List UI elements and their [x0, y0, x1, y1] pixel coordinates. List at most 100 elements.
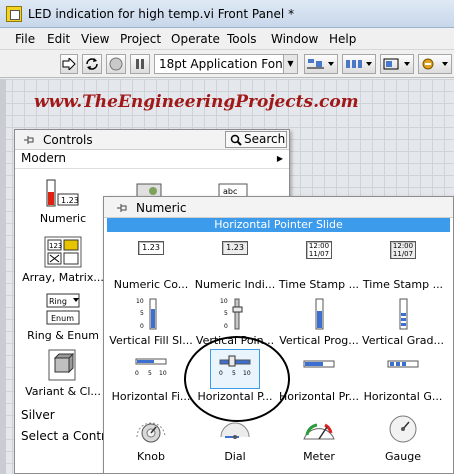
pin-icon[interactable] — [116, 202, 128, 214]
palette-tile-label: Array, Matrix... — [22, 271, 104, 284]
horizontal-graduated-bar-icon — [387, 360, 419, 368]
pause-button[interactable] — [130, 54, 150, 74]
svg-text:Ring: Ring — [49, 297, 67, 306]
numeric-item-label: Time Stamp ... — [362, 278, 444, 291]
numeric-item-horizontal-fill-slide[interactable]: 0 5 10 Horizontal Fi... — [109, 349, 193, 405]
svg-text:1.23: 1.23 — [61, 196, 79, 205]
numeric-category-icon: 1.23 — [46, 179, 79, 207]
numeric-item-label: Vertical Prog... — [279, 334, 359, 347]
scale-tick: 5 — [148, 370, 152, 377]
title-bar: LED indication for high temp.vi Front Pa… — [0, 0, 454, 28]
window-title: LED indication for high temp.vi Front Pa… — [28, 7, 295, 21]
menu-help[interactable]: Help — [329, 32, 356, 46]
pause-icon — [136, 59, 144, 69]
menu-window[interactable]: Window — [271, 32, 318, 46]
search-button[interactable]: Search — [225, 131, 287, 148]
run-continuously-icon — [86, 58, 98, 70]
numeric-item-horizontal-graduated-bar[interactable]: Horizontal G... — [361, 349, 445, 405]
run-continuously-button[interactable] — [82, 54, 102, 74]
horizontal-fill-slide-icon: 0 5 10 — [135, 358, 167, 377]
palette-tile-label: Ring & Enum — [27, 329, 99, 342]
font-select-value: 18pt Application Font — [159, 57, 288, 71]
numeric-item-label: Numeric Indi... — [194, 278, 276, 291]
scale-tick: 0 — [140, 323, 144, 330]
palette-tile-numeric[interactable]: 1.23 Numeric — [27, 178, 99, 234]
menu-operate[interactable]: Operate — [171, 32, 220, 46]
category-silver-label: Silver — [21, 408, 55, 422]
gauge-icon — [389, 415, 417, 443]
time-stamp-control-icon: 12:00 11/07 — [306, 241, 332, 259]
numeric-item-knob[interactable]: Knob — [109, 409, 193, 465]
vertical-fill-slide-icon: 10 5 0 — [136, 298, 157, 330]
category-select-label: Select a Contro — [21, 429, 114, 443]
distribute-objects-button[interactable] — [342, 54, 376, 74]
numeric-item-time-stamp-indicator[interactable]: 12:00 11/07 Time Stamp ... — [361, 237, 445, 293]
distribute-objects-icon — [346, 60, 372, 68]
numeric-item-vertical-fill-slide[interactable]: 10 5 0 Vertical Fill Sl... — [109, 293, 193, 349]
scale-tick: 5 — [224, 310, 228, 317]
menu-edit[interactable]: Edit — [47, 32, 70, 46]
scale-tick: 10 — [220, 298, 228, 305]
vertical-progress-bar-icon — [315, 298, 324, 330]
canvas-left-edge — [0, 79, 6, 474]
numeric-item-vertical-graduated-bar[interactable]: Vertical Grad... — [361, 293, 445, 349]
chevron-right-icon: ▶ — [276, 154, 283, 163]
svg-text:123: 123 — [49, 242, 62, 250]
controls-palette-title: Controls — [43, 133, 93, 147]
reorder-button[interactable] — [418, 54, 452, 74]
ring-enum-icon: Ring Enum — [46, 293, 80, 325]
numeric-control-icon: 1.23 — [138, 241, 164, 255]
numeric-item-numeric-indicator[interactable]: 1.23 Numeric Indi... — [193, 237, 277, 293]
abort-button[interactable] — [106, 54, 126, 74]
numeric-item-gauge[interactable]: Gauge — [361, 409, 445, 465]
menu-view[interactable]: View — [81, 32, 109, 46]
highlight-circle-annotation — [184, 336, 290, 422]
pin-icon[interactable] — [23, 134, 35, 146]
run-arrow-button[interactable] — [60, 54, 78, 74]
scale-tick: 10 — [136, 298, 144, 305]
vertical-pointer-slide-icon: 10 5 0 — [220, 298, 243, 330]
numeric-item-label: Vertical Fill Sl... — [109, 334, 193, 347]
vi-icon — [6, 6, 22, 22]
numeric-palette-header: Numeric — [104, 197, 453, 218]
palette-tile-array[interactable]: 123 Array, Matrix... — [21, 236, 105, 292]
vertical-graduated-bar-icon — [399, 298, 408, 330]
numeric-item-time-stamp-control[interactable]: 12:00 11/07 Time Stamp ... — [277, 237, 361, 293]
scale-tick: 10 — [159, 370, 167, 377]
knob-icon — [136, 422, 166, 443]
menu-file[interactable]: File — [15, 32, 35, 46]
run-arrow-icon — [62, 58, 76, 70]
search-label: Search — [244, 132, 286, 146]
numeric-item-label: Time Stamp ... — [278, 278, 360, 291]
menu-project[interactable]: Project — [120, 32, 161, 46]
numeric-palette-title: Numeric — [136, 201, 187, 215]
time-stamp-indicator-icon: 12:00 11/07 — [390, 241, 416, 259]
scale-tick: 0 — [224, 323, 228, 330]
numeric-item-meter[interactable]: Meter — [277, 409, 361, 465]
numeric-item-vertical-progress-bar[interactable]: Vertical Prog... — [277, 293, 361, 349]
numeric-item-label: Knob — [137, 450, 165, 463]
align-objects-button[interactable] — [304, 54, 338, 74]
watermark-text: www.TheEngineeringProjects.com — [34, 92, 359, 112]
array-matrix-icon: 123 — [44, 236, 82, 268]
svg-text:Enum: Enum — [51, 314, 74, 323]
numeric-item-label: Vertical Grad... — [362, 334, 444, 347]
horizontal-progress-bar-icon — [303, 360, 335, 368]
numeric-item-numeric-control[interactable]: 1.23 Numeric Co... — [109, 237, 193, 293]
numeric-item-label: Dial — [224, 450, 246, 463]
resize-objects-icon — [383, 58, 410, 70]
menu-tools[interactable]: Tools — [227, 32, 257, 46]
numeric-item-label: Gauge — [385, 450, 421, 463]
reorder-icon — [422, 58, 448, 70]
font-select[interactable]: 18pt Application Font ▼ — [154, 54, 298, 74]
category-modern[interactable]: Modern ▶ — [15, 151, 289, 168]
toolbar: 18pt Application Font ▼ — [0, 50, 454, 78]
resize-objects-button[interactable] — [380, 54, 414, 74]
numeric-item-label: Numeric Co... — [113, 278, 189, 291]
search-icon — [230, 134, 242, 146]
menu-bar: File Edit View Project Operate Tools Win… — [0, 28, 454, 50]
numeric-item-label: Horizontal Fi... — [111, 390, 191, 403]
numeric-palette[interactable]: Numeric Horizontal Pointer Slide 1.23 Nu… — [103, 196, 454, 474]
palette-tile-variant-class[interactable]: Variant & Cl... — [21, 348, 105, 406]
palette-tile-ring-enum[interactable]: Ring Enum Ring & Enum — [21, 292, 105, 348]
